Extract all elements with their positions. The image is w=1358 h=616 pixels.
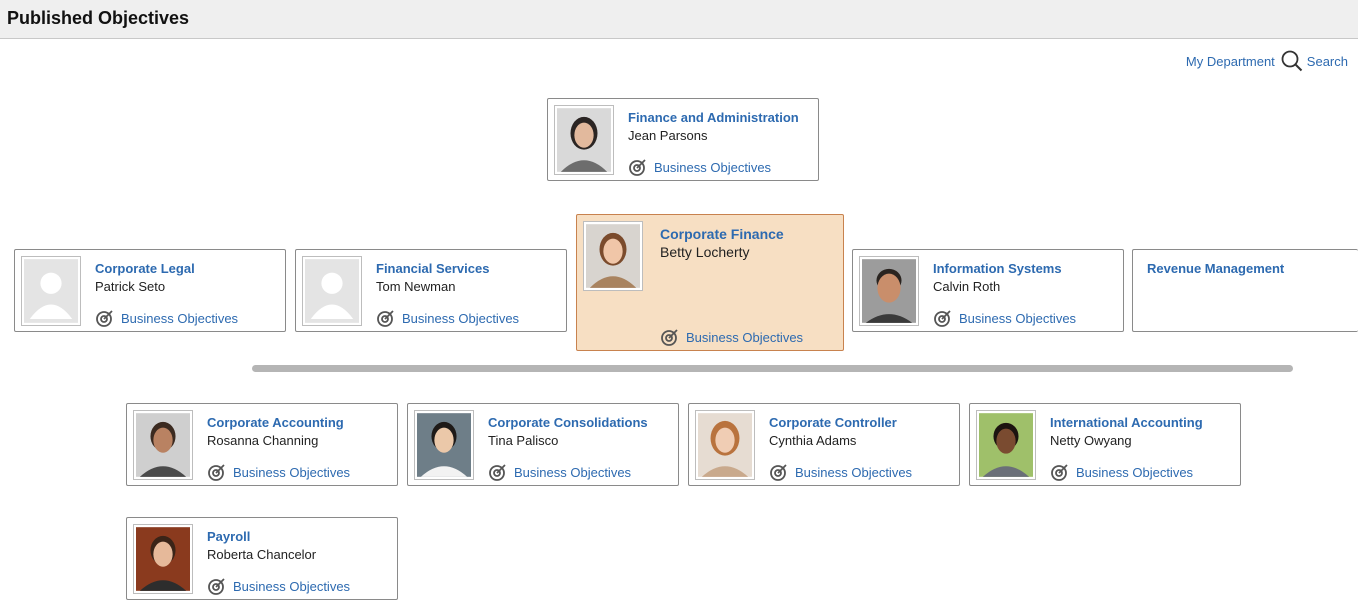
business-objectives-link[interactable]: Business Objectives: [933, 308, 1076, 328]
org-card-financial-services: Financial Services Tom Newman Business O…: [295, 249, 567, 332]
photo-netty-owyang: [976, 410, 1036, 480]
card-title[interactable]: Financial Services: [376, 261, 489, 276]
business-objectives-link[interactable]: Business Objectives: [769, 462, 912, 482]
card-title[interactable]: Corporate Legal: [95, 261, 195, 276]
org-card-payroll: Payroll Roberta Chancelor Business Objec…: [126, 517, 398, 600]
card-title[interactable]: Finance and Administration: [628, 110, 799, 125]
org-card-international-accounting: International Accounting Netty Owyang Bu…: [969, 403, 1241, 486]
target-icon: [629, 159, 646, 176]
org-card-corporate-controller: Corporate Controller Cynthia Adams Busin…: [688, 403, 960, 486]
business-objectives-link[interactable]: Business Objectives: [207, 576, 350, 596]
org-card-corporate-accounting: Corporate Accounting Rosanna Channing Bu…: [126, 403, 398, 486]
business-objectives-link[interactable]: Business Objectives: [628, 157, 771, 177]
target-icon: [1051, 464, 1068, 481]
target-icon: [934, 310, 951, 327]
photo-calvin-roth: [859, 256, 919, 326]
business-objectives-link[interactable]: Business Objectives: [488, 462, 631, 482]
photo-jean-parsons: [554, 105, 614, 175]
business-objectives-link[interactable]: Business Objectives: [95, 308, 238, 328]
page-title: Published Objectives: [7, 8, 190, 28]
card-person-name: Patrick Seto: [95, 279, 166, 294]
horizontal-scrollbar[interactable]: [252, 365, 1293, 372]
card-title[interactable]: Information Systems: [933, 261, 1062, 276]
card-person-name: Roberta Chancelor: [207, 547, 317, 562]
card-person-name: Betty Locherty: [660, 244, 750, 260]
org-card-corporate-consolidations: Corporate Consolidations Tina Palisco Bu…: [407, 403, 679, 486]
card-person-name: Tom Newman: [376, 279, 456, 294]
target-icon: [661, 329, 678, 346]
org-card-corporate-finance-current: Corporate Finance Betty Locherty Busines…: [576, 214, 844, 351]
org-card-finance-administration: Finance and Administration Jean Parsons …: [547, 98, 819, 181]
business-objectives-label: Business Objectives: [121, 310, 239, 326]
target-icon: [208, 578, 225, 595]
target-icon: [96, 310, 113, 327]
card-title[interactable]: Corporate Consolidations: [488, 415, 648, 430]
card-person-name: Cynthia Adams: [769, 433, 857, 448]
target-icon: [377, 310, 394, 327]
card-person-name: Calvin Roth: [933, 279, 1001, 294]
target-icon: [770, 464, 787, 481]
org-card-information-systems: Information Systems Calvin Roth Business…: [852, 249, 1124, 332]
card-person-name: Netty Owyang: [1050, 433, 1132, 448]
photo-tina-palisco: [414, 410, 474, 480]
business-objectives-label: Business Objectives: [514, 464, 632, 480]
business-objectives-label: Business Objectives: [795, 464, 913, 480]
page-header: Published Objectives: [0, 0, 1358, 39]
my-department-link[interactable]: My Department: [1186, 54, 1275, 69]
card-person-name: Rosanna Channing: [207, 433, 319, 448]
card-title[interactable]: Revenue Management: [1147, 261, 1284, 276]
card-title[interactable]: Corporate Controller: [769, 415, 897, 430]
business-objectives-link[interactable]: Business Objectives: [1050, 462, 1193, 482]
business-objectives-label: Business Objectives: [233, 578, 351, 594]
business-objectives-link[interactable]: Business Objectives: [207, 462, 350, 482]
card-title[interactable]: Corporate Finance: [660, 226, 784, 242]
search-label: Search: [1306, 53, 1348, 69]
business-objectives-label: Business Objectives: [959, 310, 1077, 326]
person-placeholder-icon: [302, 256, 362, 326]
person-placeholder-icon: [21, 256, 81, 326]
business-objectives-label: Business Objectives: [654, 159, 772, 175]
toolbar: My Department Search: [1186, 50, 1348, 72]
card-title[interactable]: Corporate Accounting: [207, 415, 344, 430]
org-card-corporate-legal: Corporate Legal Patrick Seto Business Ob…: [14, 249, 286, 332]
photo-betty-locherty: [583, 221, 643, 291]
org-card-revenue-management: Revenue Management: [1132, 249, 1358, 332]
card-title[interactable]: International Accounting: [1050, 415, 1203, 430]
search-button[interactable]: Search: [1281, 50, 1348, 72]
business-objectives-label: Business Objectives: [402, 310, 520, 326]
business-objectives-label: Business Objectives: [1076, 464, 1194, 480]
business-objectives-label: Business Objectives: [233, 464, 351, 480]
card-person-name: Tina Palisco: [488, 433, 559, 448]
photo-roberta-chancelor: [133, 524, 193, 594]
business-objectives-link[interactable]: Business Objectives: [376, 308, 519, 328]
target-icon: [208, 464, 225, 481]
card-title[interactable]: Payroll: [207, 529, 250, 544]
photo-cynthia-adams: [695, 410, 755, 480]
search-icon: [1281, 50, 1303, 72]
photo-rosanna-channing: [133, 410, 193, 480]
target-icon: [489, 464, 506, 481]
card-person-name: Jean Parsons: [628, 128, 708, 143]
business-objectives-label: Business Objectives: [686, 329, 804, 345]
business-objectives-link[interactable]: Business Objectives: [660, 327, 803, 347]
